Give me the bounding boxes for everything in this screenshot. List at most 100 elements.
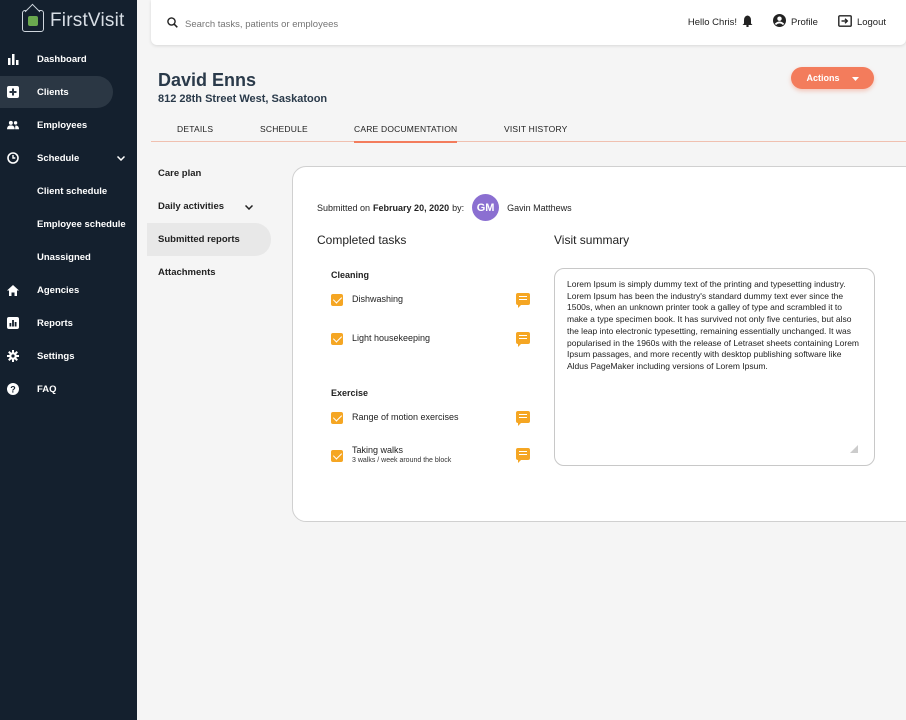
submitted-date: February 20, 2020 [373,202,450,213]
notifications[interactable]: Hello Chris! [688,15,753,30]
profile-link[interactable]: Profile [773,14,818,30]
sidebar-item-unassigned[interactable]: Unassigned [0,241,137,274]
tab-bar: DETAILS SCHEDULE CARE DOCUMENTATION VISI… [151,118,906,143]
comment-icon[interactable] [516,448,530,463]
visit-summary-textarea[interactable]: Lorem Ipsum is simply dummy text of the … [554,268,875,466]
profile-label: Profile [791,16,818,28]
task-group-label: Cleaning [331,270,370,280]
task-item[interactable]: Range of motion exercises [331,412,531,424]
tab-details[interactable]: DETAILS [177,124,213,134]
sidebar-item-dashboard[interactable]: Dashboard [0,43,137,75]
sidebar-item-reports[interactable]: Reports [0,307,137,339]
subnav-submitted-reports[interactable]: Submitted reports [147,223,271,256]
checkbox-checked-icon[interactable] [331,450,343,462]
task-group-label: Exercise [331,388,369,398]
chevron-down-icon [116,153,126,163]
checkbox-checked-icon[interactable] [331,412,343,424]
sidebar-item-employees[interactable]: Employees [0,109,137,141]
tab-visit-history[interactable]: VISIT HISTORY [504,124,568,134]
subnav-label: Attachments [158,267,216,278]
bell-icon [742,15,753,30]
subnav-daily-activities[interactable]: Daily activities [147,190,271,223]
task-label: Range of motion exercises [352,412,459,422]
sidebar-item-label: Dashboard [37,53,87,65]
subnav-care-plan[interactable]: Care plan [147,157,271,190]
search-input[interactable] [185,18,465,30]
sidebar-item-settings[interactable]: Settings [0,340,137,372]
people-icon [7,119,19,131]
submitted-line: Submitted on February 20, 2020 by: GM Ga… [317,194,572,221]
comment-icon[interactable] [516,293,530,308]
plus-square-icon [7,86,19,98]
search-icon [167,15,178,33]
checkbox-checked-icon[interactable] [331,333,343,345]
client-address: 812 28th Street West, Saskatoon [158,93,328,105]
user-controls: Hello Chris! Profile Logout [688,14,886,30]
task-item[interactable]: Taking walks 3 walks / week around the b… [331,445,531,464]
submitted-by: by: [452,202,465,213]
main-nav: Dashboard Clients Employees Schedule Cli… [0,43,137,406]
sidebar-item-label: Reports [37,317,73,329]
task-item[interactable]: Dishwashing [331,294,531,306]
sidebar-item-label: Agencies [37,284,80,296]
sidebar-item-label: Employees [37,119,88,131]
caret-down-icon [851,73,859,83]
documentation-nav: Care plan Daily activities Submitted rep… [147,157,271,289]
svg-text:?: ? [10,384,16,394]
task-note: 3 walks / week around the block [352,457,452,464]
subnav-attachments[interactable]: Attachments [147,256,271,289]
comment-icon[interactable] [516,332,530,347]
sidebar: FirstVisit Dashboard Clients Employees S… [0,0,137,720]
logo-icon [22,10,44,32]
sidebar-item-agencies[interactable]: Agencies [0,274,137,306]
app-name: FirstVisit [50,10,125,31]
avatar[interactable]: GM [472,194,500,221]
client-name: David Enns [158,70,257,90]
tab-schedule[interactable]: SCHEDULE [260,124,308,134]
sidebar-item-label: Schedule [37,152,80,164]
resize-handle-icon[interactable] [850,445,858,453]
subnav-label: Care plan [158,168,202,179]
sidebar-item-label: Employee schedule [37,219,126,230]
sidebar-item-label: Client schedule [37,186,108,197]
home-icon [7,284,19,296]
help-icon: ? [7,383,19,395]
gear-icon [7,350,19,362]
sidebar-item-schedule[interactable]: Schedule [0,142,137,174]
task-item[interactable]: Light housekeeping [331,333,531,345]
subnav-label: Daily activities [158,201,225,212]
logout-icon [838,14,852,30]
sidebar-item-label: Clients [37,86,69,98]
visit-summary-title: Visit summary [554,233,630,247]
account-icon [773,14,786,30]
sidebar-item-label: Settings [37,350,75,362]
chevron-down-icon [244,202,254,212]
task-label: Dishwashing [352,294,404,304]
sidebar-item-client-schedule[interactable]: Client schedule [0,175,137,208]
sidebar-item-label: FAQ [37,383,57,395]
checkbox-checked-icon[interactable] [331,294,343,306]
comment-icon[interactable] [516,411,530,426]
task-label: Light housekeeping [352,333,431,343]
actions-button[interactable]: Actions [791,67,874,89]
author-name: Gavin Matthews [507,202,572,213]
submitted-prefix: Submitted on [317,202,371,213]
clock-icon [7,152,19,164]
tab-care-documentation[interactable]: CARE DOCUMENTATION [354,124,458,143]
logout-label: Logout [856,16,886,28]
logout-button[interactable]: Logout [838,14,886,30]
top-bar: Hello Chris! Profile Logout [151,0,906,45]
actions-label: Actions [806,73,840,83]
task-label: Taking walks [352,445,404,455]
sidebar-item-faq[interactable]: ? FAQ [0,373,137,405]
bar-chart-icon [7,53,19,65]
report-card: Submitted on February 20, 2020 by: GM Ga… [292,166,906,522]
subnav-label: Submitted reports [158,234,240,245]
search-box[interactable] [167,15,465,33]
sidebar-item-clients[interactable]: Clients [0,76,113,108]
report-icon [7,317,19,329]
logo[interactable]: FirstVisit [22,10,124,32]
greeting-text: Hello Chris! [687,16,737,28]
sidebar-item-employee-schedule[interactable]: Employee schedule [0,208,137,241]
sidebar-item-label: Unassigned [37,252,91,263]
